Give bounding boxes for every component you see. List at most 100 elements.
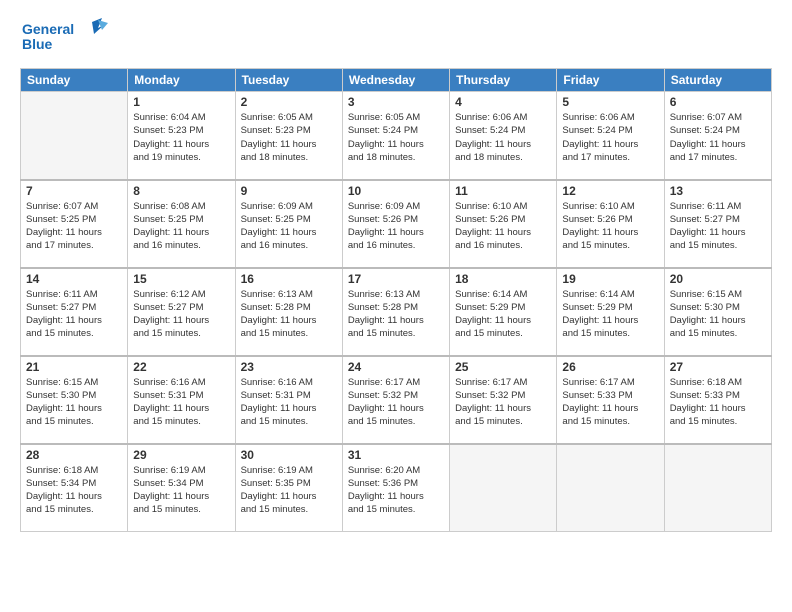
day-number: 4 <box>455 95 551 109</box>
day-number: 28 <box>26 448 122 462</box>
day-info: Sunrise: 6:11 AMSunset: 5:27 PMDaylight:… <box>26 288 122 341</box>
day-info: Sunrise: 6:11 AMSunset: 5:27 PMDaylight:… <box>670 200 766 253</box>
day-number: 14 <box>26 272 122 286</box>
col-header-thursday: Thursday <box>450 69 557 92</box>
logo-svg: General Blue <box>20 18 110 60</box>
day-info: Sunrise: 6:14 AMSunset: 5:29 PMDaylight:… <box>455 288 551 341</box>
calendar-cell <box>450 444 557 532</box>
calendar-cell: 25 Sunrise: 6:17 AMSunset: 5:32 PMDayligh… <box>450 356 557 444</box>
day-number: 26 <box>562 360 658 374</box>
day-number: 1 <box>133 95 229 109</box>
day-number: 27 <box>670 360 766 374</box>
day-number: 7 <box>26 184 122 198</box>
calendar-cell: 28Sunrise: 6:18 AMSunset: 5:34 PMDayligh… <box>21 444 128 532</box>
svg-text:Blue: Blue <box>22 36 53 52</box>
calendar-cell: 2 Sunrise: 6:05 AMSunset: 5:23 PMDaylight… <box>235 92 342 180</box>
calendar-cell <box>664 444 771 532</box>
calendar-cell: 3 Sunrise: 6:05 AMSunset: 5:24 PMDaylight… <box>342 92 449 180</box>
day-info: Sunrise: 6:17 AMSunset: 5:32 PMDaylight:… <box>348 376 444 429</box>
day-number: 16 <box>241 272 337 286</box>
calendar-cell: 13 Sunrise: 6:11 AMSunset: 5:27 PMDayligh… <box>664 180 771 268</box>
day-info: Sunrise: 6:10 AMSunset: 5:26 PMDaylight:… <box>455 200 551 253</box>
day-number: 30 <box>241 448 337 462</box>
calendar-cell: 30 Sunrise: 6:19 AMSunset: 5:35 PMDayligh… <box>235 444 342 532</box>
day-number: 8 <box>133 184 229 198</box>
calendar-cell: 31 Sunrise: 6:20 AMSunset: 5:36 PMDayligh… <box>342 444 449 532</box>
logo: General Blue <box>20 18 110 60</box>
col-header-saturday: Saturday <box>664 69 771 92</box>
col-header-wednesday: Wednesday <box>342 69 449 92</box>
calendar-cell: 23 Sunrise: 6:16 AMSunset: 5:31 PMDayligh… <box>235 356 342 444</box>
day-number: 10 <box>348 184 444 198</box>
calendar-cell: 18 Sunrise: 6:14 AMSunset: 5:29 PMDayligh… <box>450 268 557 356</box>
day-info: Sunrise: 6:10 AMSunset: 5:26 PMDaylight:… <box>562 200 658 253</box>
calendar-cell: 21Sunrise: 6:15 AMSunset: 5:30 PMDayligh… <box>21 356 128 444</box>
day-number: 20 <box>670 272 766 286</box>
day-number: 15 <box>133 272 229 286</box>
day-number: 13 <box>670 184 766 198</box>
day-info: Sunrise: 6:13 AMSunset: 5:28 PMDaylight:… <box>348 288 444 341</box>
day-info: Sunrise: 6:05 AMSunset: 5:24 PMDaylight:… <box>348 111 444 164</box>
day-info: Sunrise: 6:19 AMSunset: 5:35 PMDaylight:… <box>241 464 337 517</box>
header: General Blue <box>20 18 772 60</box>
calendar-cell: 20 Sunrise: 6:15 AMSunset: 5:30 PMDayligh… <box>664 268 771 356</box>
day-info: Sunrise: 6:18 AMSunset: 5:33 PMDaylight:… <box>670 376 766 429</box>
day-number: 11 <box>455 184 551 198</box>
calendar-cell: 8 Sunrise: 6:08 AMSunset: 5:25 PMDaylight… <box>128 180 235 268</box>
day-number: 2 <box>241 95 337 109</box>
day-info: Sunrise: 6:16 AMSunset: 5:31 PMDaylight:… <box>133 376 229 429</box>
day-info: Sunrise: 6:04 AMSunset: 5:23 PMDaylight:… <box>133 111 229 164</box>
calendar-cell: 4 Sunrise: 6:06 AMSunset: 5:24 PMDaylight… <box>450 92 557 180</box>
col-header-monday: Monday <box>128 69 235 92</box>
week-row-3: 14 Sunrise: 6:11 AMSunset: 5:27 PMDayligh… <box>21 268 772 356</box>
day-number: 12 <box>562 184 658 198</box>
day-number: 23 <box>241 360 337 374</box>
day-number: 31 <box>348 448 444 462</box>
day-number: 25 <box>455 360 551 374</box>
svg-text:General: General <box>22 21 74 37</box>
col-header-sunday: Sunday <box>21 69 128 92</box>
week-row-4: 21Sunrise: 6:15 AMSunset: 5:30 PMDayligh… <box>21 356 772 444</box>
calendar-cell: 14 Sunrise: 6:11 AMSunset: 5:27 PMDayligh… <box>21 268 128 356</box>
calendar-cell: 27 Sunrise: 6:18 AMSunset: 5:33 PMDayligh… <box>664 356 771 444</box>
calendar-cell: 9Sunrise: 6:09 AMSunset: 5:25 PMDaylight… <box>235 180 342 268</box>
day-info: Sunrise: 6:17 AMSunset: 5:33 PMDaylight:… <box>562 376 658 429</box>
calendar-cell: 7 Sunrise: 6:07 AMSunset: 5:25 PMDaylight… <box>21 180 128 268</box>
day-info: Sunrise: 6:09 AMSunset: 5:26 PMDaylight:… <box>348 200 444 253</box>
col-header-tuesday: Tuesday <box>235 69 342 92</box>
day-info: Sunrise: 6:06 AMSunset: 5:24 PMDaylight:… <box>455 111 551 164</box>
week-row-1: 1 Sunrise: 6:04 AMSunset: 5:23 PMDaylight… <box>21 92 772 180</box>
col-header-friday: Friday <box>557 69 664 92</box>
calendar-cell: 6Sunrise: 6:07 AMSunset: 5:24 PMDaylight… <box>664 92 771 180</box>
day-info: Sunrise: 6:16 AMSunset: 5:31 PMDaylight:… <box>241 376 337 429</box>
calendar-table: SundayMondayTuesdayWednesdayThursdayFrid… <box>20 68 772 532</box>
day-number: 21 <box>26 360 122 374</box>
day-number: 18 <box>455 272 551 286</box>
calendar-cell: 17Sunrise: 6:13 AMSunset: 5:28 PMDayligh… <box>342 268 449 356</box>
calendar-cell: 29Sunrise: 6:19 AMSunset: 5:34 PMDayligh… <box>128 444 235 532</box>
day-info: Sunrise: 6:12 AMSunset: 5:27 PMDaylight:… <box>133 288 229 341</box>
day-number: 3 <box>348 95 444 109</box>
calendar-cell <box>21 92 128 180</box>
day-info: Sunrise: 6:05 AMSunset: 5:23 PMDaylight:… <box>241 111 337 164</box>
calendar-cell: 11 Sunrise: 6:10 AMSunset: 5:26 PMDayligh… <box>450 180 557 268</box>
calendar-cell: 26 Sunrise: 6:17 AMSunset: 5:33 PMDayligh… <box>557 356 664 444</box>
calendar-header-row: SundayMondayTuesdayWednesdayThursdayFrid… <box>21 69 772 92</box>
day-info: Sunrise: 6:07 AMSunset: 5:25 PMDaylight:… <box>26 200 122 253</box>
calendar-cell <box>557 444 664 532</box>
calendar-cell: 19Sunrise: 6:14 AMSunset: 5:29 PMDayligh… <box>557 268 664 356</box>
day-info: Sunrise: 6:14 AMSunset: 5:29 PMDaylight:… <box>562 288 658 341</box>
day-info: Sunrise: 6:07 AMSunset: 5:24 PMDaylight:… <box>670 111 766 164</box>
day-number: 24 <box>348 360 444 374</box>
day-info: Sunrise: 6:19 AMSunset: 5:34 PMDaylight:… <box>133 464 229 517</box>
day-number: 5 <box>562 95 658 109</box>
day-info: Sunrise: 6:15 AMSunset: 5:30 PMDaylight:… <box>670 288 766 341</box>
day-info: Sunrise: 6:08 AMSunset: 5:25 PMDaylight:… <box>133 200 229 253</box>
week-row-2: 7 Sunrise: 6:07 AMSunset: 5:25 PMDaylight… <box>21 180 772 268</box>
calendar-cell: 16Sunrise: 6:13 AMSunset: 5:28 PMDayligh… <box>235 268 342 356</box>
calendar-cell: 15 Sunrise: 6:12 AMSunset: 5:27 PMDayligh… <box>128 268 235 356</box>
calendar-cell: 24 Sunrise: 6:17 AMSunset: 5:32 PMDayligh… <box>342 356 449 444</box>
day-info: Sunrise: 6:17 AMSunset: 5:32 PMDaylight:… <box>455 376 551 429</box>
calendar-cell: 5Sunrise: 6:06 AMSunset: 5:24 PMDaylight… <box>557 92 664 180</box>
day-info: Sunrise: 6:20 AMSunset: 5:36 PMDaylight:… <box>348 464 444 517</box>
